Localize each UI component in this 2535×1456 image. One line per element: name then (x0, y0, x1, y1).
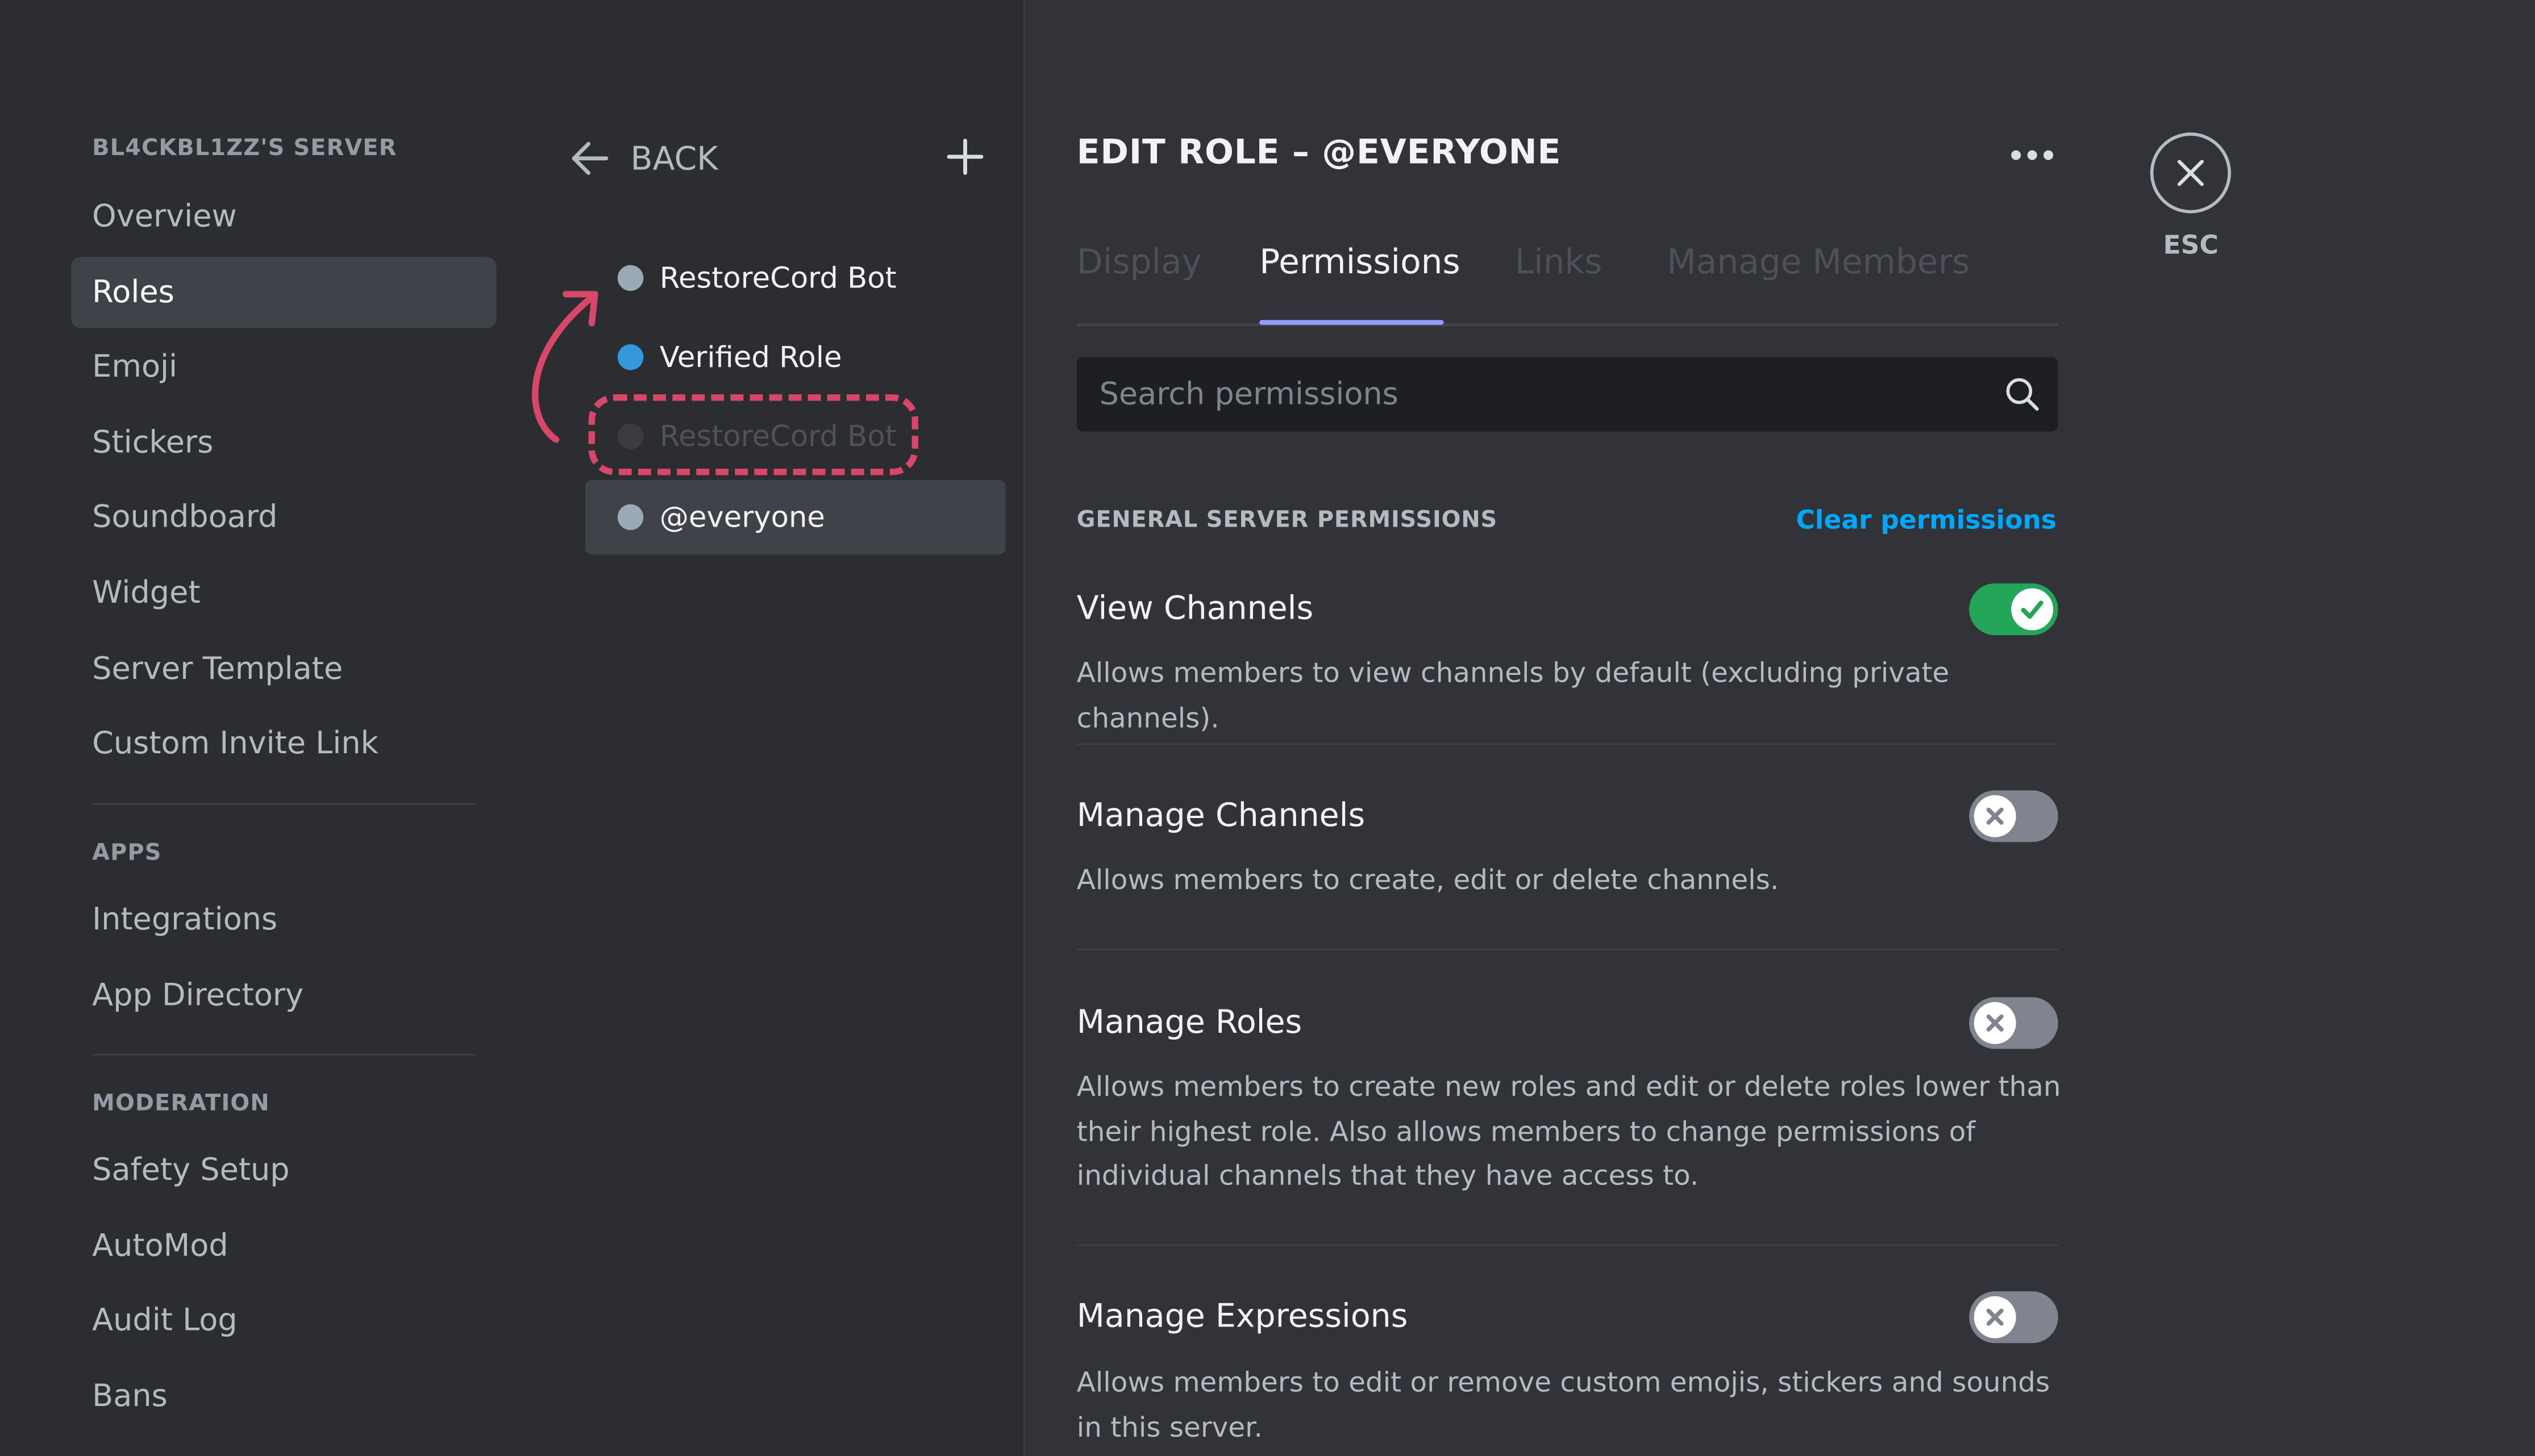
sidebar-item-app-directory[interactable]: App Directory (71, 960, 496, 1031)
server-settings-title: BL4CKBL1ZZ'S SERVER (92, 135, 397, 162)
permissions-section-title: GENERAL SERVER PERMISSIONS (1076, 507, 1498, 533)
active-tab-indicator (1259, 320, 1444, 325)
sidebar-item-audit-log[interactable]: Audit Log (71, 1285, 496, 1356)
sidebar-item-server-template[interactable]: Server Template (71, 633, 496, 704)
search-permissions-box (1076, 357, 2058, 432)
permission-name: Manage Expressions (1076, 1296, 1408, 1335)
check-icon (2021, 600, 2043, 619)
close-icon (2177, 160, 2204, 186)
role-item-restorecord-bot[interactable]: RestoreCord Bot (585, 241, 1006, 315)
sidebar-item-emoji[interactable]: Emoji (71, 331, 496, 402)
sidebar-item-safety-setup[interactable]: Safety Setup (71, 1134, 496, 1205)
sidebar-item-soundboard[interactable]: Soundboard (71, 482, 496, 553)
role-name: @everyone (659, 500, 825, 535)
permission-name: Manage Channels (1076, 795, 1366, 835)
search-icon[interactable] (2003, 375, 2042, 414)
sidebar-item-widget[interactable]: Widget (71, 558, 496, 629)
x-icon (1986, 1014, 2004, 1032)
role-color-dot (617, 504, 644, 531)
manage-expressions-toggle[interactable] (1969, 1291, 2058, 1344)
x-icon (1986, 1308, 2004, 1326)
esc-label: ESC (2163, 229, 2218, 261)
permission-name: Manage Roles (1076, 1002, 1302, 1041)
sidebar-item-roles[interactable]: Roles (71, 257, 497, 328)
sidebar-item-automod[interactable]: AutoMod (71, 1211, 496, 1282)
create-role-plus-icon[interactable] (941, 132, 989, 181)
permission-divider (1076, 1244, 2058, 1246)
role-name: Verified Role (659, 340, 842, 374)
arrow-left-icon (572, 141, 609, 175)
tab-permissions[interactable]: Permissions (1259, 243, 1460, 281)
edit-role-title: EDIT ROLE – @EVERYONE (1076, 132, 1562, 172)
permission-divider (1076, 743, 2058, 745)
edit-role-tabs: Display Permissions Links Manage Members (1076, 223, 2058, 327)
view-channels-toggle[interactable] (1969, 583, 2058, 636)
sidebar-item-integrations[interactable]: Integrations (71, 884, 496, 955)
permission-description: Allows members to create, edit or delete… (1076, 865, 1779, 897)
sidebar-divider (92, 803, 476, 805)
manage-channels-toggle[interactable] (1969, 790, 2058, 842)
permission-name: View Channels (1076, 588, 1314, 627)
role-item-everyone[interactable]: @everyone (585, 479, 1006, 554)
tab-display[interactable]: Display (1077, 243, 1202, 281)
role-list-panel (511, 0, 1025, 1456)
back-button[interactable]: BACK (569, 130, 718, 187)
drop-target-dashed-outline (588, 394, 918, 475)
apps-section-title: APPS (92, 840, 162, 866)
more-options-icon[interactable] (2001, 139, 2063, 172)
manage-roles-toggle[interactable] (1969, 997, 2058, 1049)
x-icon (1986, 807, 2004, 825)
sidebar-item-custom-invite-link[interactable]: Custom Invite Link (71, 708, 496, 779)
clear-permissions-link[interactable]: Clear permissions (1796, 504, 2056, 535)
sidebar-divider (92, 1053, 476, 1056)
sidebar-item-bans[interactable]: Bans (71, 1361, 496, 1432)
sidebar-item-overview[interactable]: Overview (71, 181, 496, 252)
permission-description: Allows members to view channels by defau… (1076, 657, 1950, 735)
role-item-verified-role[interactable]: Verified Role (585, 320, 1006, 394)
settings-sidebar: BL4CKBL1ZZ'S SERVER Overview Roles Emoji… (0, 0, 511, 1456)
moderation-section-title: MODERATION (92, 1091, 270, 1117)
permission-description: Allows members to edit or remove custom … (1076, 1367, 2050, 1445)
permission-divider (1076, 949, 2058, 950)
search-permissions-input[interactable] (1076, 357, 1982, 432)
permission-description: Allows members to create new roles and e… (1076, 1071, 2061, 1193)
drag-arrow-icon (532, 291, 598, 443)
tab-manage-members[interactable]: Manage Members (1667, 243, 1970, 281)
back-label: BACK (630, 139, 718, 178)
close-button[interactable] (2150, 132, 2232, 214)
role-name: RestoreCord Bot (659, 261, 897, 295)
sidebar-item-stickers[interactable]: Stickers (71, 407, 496, 478)
tab-links[interactable]: Links (1515, 243, 1602, 281)
